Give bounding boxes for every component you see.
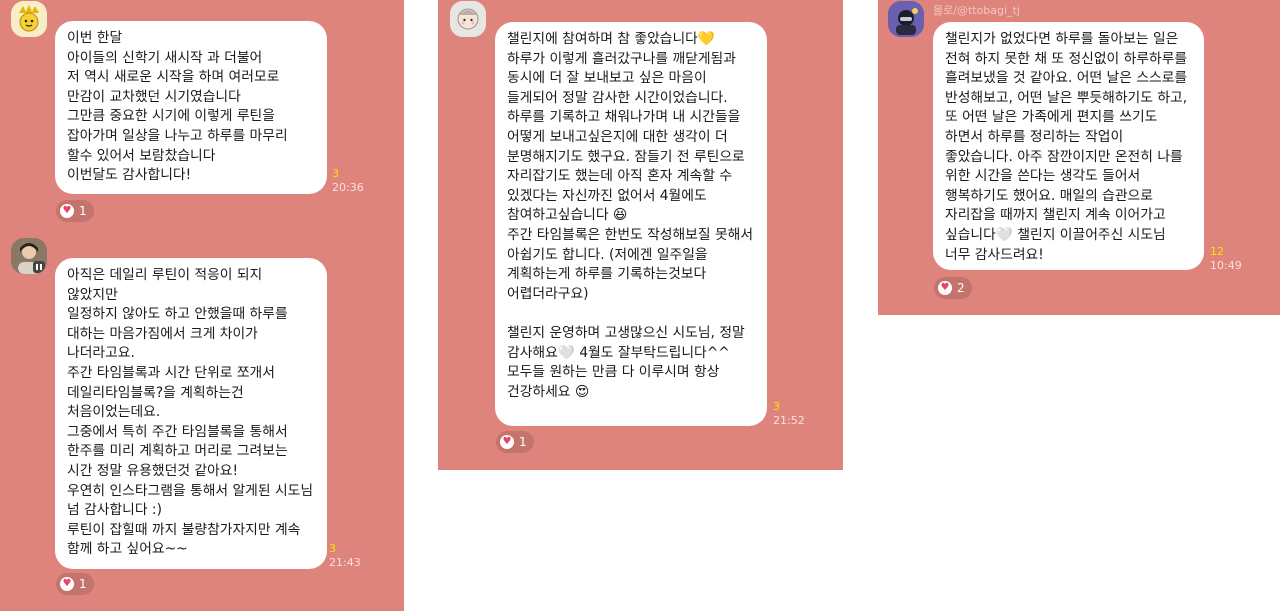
reaction-count: 1 (519, 435, 527, 449)
reaction-badge[interactable]: ♥ 1 (56, 200, 94, 222)
chat-panel-3: 몰로/@ttobagi_tj 챌린지가 없었다면 하루를 돌아보는 일은 전혀 … (878, 0, 1280, 315)
message-time: 20:36 (332, 181, 364, 194)
message-meta: 3 21:52 (773, 400, 805, 428)
reaction-badge[interactable]: ♥ 1 (56, 573, 94, 595)
chat-panel-2: 챌린지에 참여하며 참 좋았습니다💛 하루가 이렇게 흘러갔구나를 깨닫게됨과 … (438, 0, 843, 470)
unread-count: 12 (1210, 245, 1224, 258)
message-time: 21:43 (329, 556, 361, 569)
avatar[interactable] (11, 1, 47, 37)
sender-name: 몰로/@ttobagi_tj (933, 4, 1020, 17)
profile-photo-icon (11, 238, 47, 274)
message-time: 21:52 (773, 414, 805, 427)
reaction-badge[interactable]: ♥ 1 (496, 431, 534, 453)
chat-panel-1: 이번 한달 아이들의 신학기 새시작 과 더불어 저 역시 새로운 시작을 하며… (0, 0, 404, 611)
heart-icon: ♥ (60, 204, 74, 218)
unread-count: 3 (773, 400, 780, 413)
message-meta: 12 10:49 (1210, 245, 1242, 273)
message-meta: 3 20:36 (332, 167, 364, 195)
heart-icon: ♥ (500, 435, 514, 449)
unread-count: 3 (329, 542, 336, 555)
reaction-count: 2 (957, 281, 965, 295)
heart-icon: ♥ (938, 281, 952, 295)
message-bubble[interactable]: 이번 한달 아이들의 신학기 새시작 과 더불어 저 역시 새로운 시작을 하며… (55, 21, 327, 194)
unread-count: 3 (332, 167, 339, 180)
character-avatar-icon (11, 1, 47, 37)
reaction-count: 1 (79, 577, 87, 591)
message-bubble[interactable]: 챌린지에 참여하며 참 좋았습니다💛 하루가 이렇게 흘러갔구나를 깨닫게됨과 … (495, 22, 767, 426)
message-bubble[interactable]: 챌린지가 없었다면 하루를 돌아보는 일은 전혀 하지 못한 채 또 정신없이 … (933, 22, 1204, 270)
reaction-count: 1 (79, 204, 87, 218)
message-meta: 3 21:43 (329, 542, 361, 570)
avatar[interactable] (888, 1, 924, 37)
character-avatar-icon (450, 1, 486, 37)
heart-icon: ♥ (60, 577, 74, 591)
avatar[interactable] (450, 1, 486, 37)
avatar[interactable] (11, 238, 47, 274)
message-time: 10:49 (1210, 259, 1242, 272)
message-bubble[interactable]: 아직은 데일리 루틴이 적응이 되지 않았지만 일정하지 않아도 하고 안했을때… (55, 258, 327, 569)
reaction-badge[interactable]: ♥ 2 (934, 277, 972, 299)
character-avatar-icon (888, 1, 924, 37)
